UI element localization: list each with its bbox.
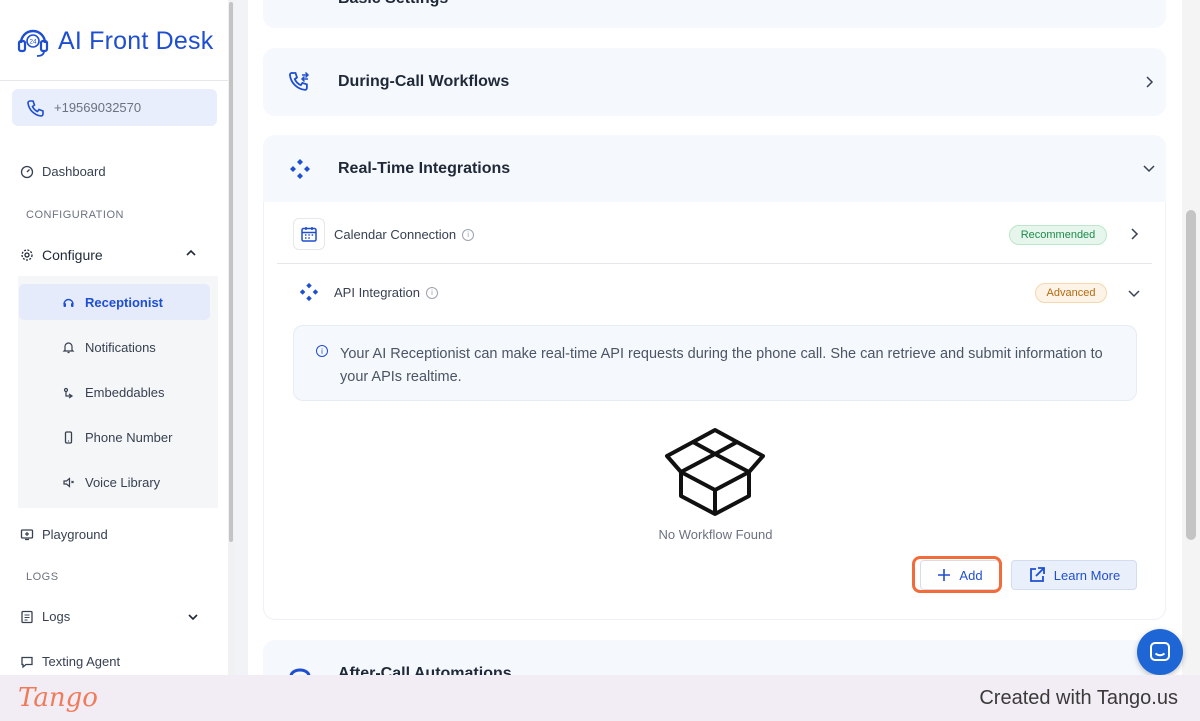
calendar-icon-box (293, 218, 325, 250)
nav-texting-agent[interactable]: Texting Agent (20, 654, 120, 669)
info-icon[interactable]: i (462, 228, 475, 241)
submenu-item-embeddables[interactable]: Embeddables (62, 385, 165, 400)
phone-device-icon (64, 431, 73, 444)
chevron-down-icon[interactable] (1127, 286, 1141, 300)
nav-logs[interactable]: Logs (20, 609, 208, 624)
empty-box-icon (665, 428, 765, 516)
divider (0, 80, 228, 81)
configure-submenu: Receptionist Notifications Embeddables P… (18, 276, 218, 508)
tango-logo: Tango (18, 683, 98, 713)
calendar-connection-row[interactable]: Calendar Connection i (334, 227, 475, 242)
advanced-badge: Advanced (1035, 283, 1107, 303)
sidebar: 24 AI Front Desk +19569032570 Dashboard … (0, 0, 228, 675)
dashboard-icon (20, 165, 34, 178)
phone-number-pill[interactable]: +19569032570 (12, 89, 217, 126)
app-logo[interactable]: 24 AI Front Desk (16, 24, 213, 58)
submenu-item-phone-number[interactable]: Phone Number (62, 430, 172, 445)
row-divider (277, 263, 1152, 264)
submenu-item-receptionist[interactable]: Receptionist (62, 295, 163, 310)
external-link-icon (1029, 567, 1045, 582)
chevron-down-icon[interactable] (1142, 161, 1156, 175)
during-call-workflows-card[interactable]: During-Call Workflows (263, 48, 1166, 116)
nav-texting-agent-label: Texting Agent (42, 654, 121, 669)
card-title: During-Call Workflows (338, 73, 510, 90)
empty-state-text: No Workflow Found (658, 527, 773, 542)
gear-icon (21, 249, 33, 261)
headset-icon (63, 298, 74, 307)
submenu-item-label: Embeddables (85, 385, 165, 400)
configuration-section-label: CONFIGURATION (26, 209, 124, 221)
bell-icon (62, 342, 75, 354)
nav-dashboard-label: Dashboard (42, 164, 106, 179)
api-integration-label: API Integration (334, 285, 420, 300)
info-icon[interactable]: i (426, 286, 438, 299)
chevron-right-icon[interactable] (1142, 75, 1156, 89)
svg-text:24: 24 (29, 39, 37, 46)
card-title[interactable]: Real-Time Integrations (338, 160, 510, 178)
playground-icon (20, 528, 34, 540)
chat-launcher-button[interactable] (1137, 629, 1183, 675)
message-icon (21, 656, 33, 668)
calendar-connection-label: Calendar Connection (334, 227, 457, 242)
logs-icon (21, 610, 33, 623)
chevron-down-icon[interactable] (186, 610, 200, 624)
logs-section-label: LOGS (26, 571, 59, 583)
phone-icon (27, 99, 44, 117)
integrations-icon (290, 159, 310, 179)
after-call-icon (289, 668, 311, 675)
nav-dashboard[interactable]: Dashboard (20, 164, 106, 179)
nav-configure-label: Configure (42, 247, 103, 263)
tango-footer: Tango Created with Tango.us (0, 675, 1200, 721)
speaker-icon (63, 477, 74, 488)
card-title: After-Call Automations (338, 665, 512, 675)
app-title: AI Front Desk (58, 26, 214, 55)
headset-logo-icon: 24 (17, 29, 49, 57)
created-with-text: Created with Tango.us (979, 687, 1178, 709)
info-callout-text: Your AI Receptionist can make real-time … (340, 346, 1103, 385)
sidebar-scrollbar[interactable] (228, 0, 234, 675)
nav-logs-label: Logs (42, 609, 71, 624)
nav-playground-label: Playground (42, 527, 108, 542)
submenu-item-label: Receptionist (85, 295, 164, 310)
after-call-automations-card[interactable]: After-Call Automations (263, 640, 1166, 675)
phone-forward-icon (288, 71, 310, 91)
click-highlight (912, 556, 1002, 593)
learn-more-label: Learn More (1053, 567, 1121, 583)
info-callout: i Your AI Receptionist can make real-tim… (293, 325, 1137, 401)
embed-icon (63, 387, 74, 399)
calendar-icon (301, 227, 317, 242)
info-icon: i (316, 345, 328, 357)
nav-configure[interactable]: Configure (20, 244, 208, 266)
submenu-item-voice-library[interactable]: Voice Library (62, 475, 160, 490)
submenu-item-label: Phone Number (85, 430, 173, 445)
card-title: Basic Settings (338, 0, 448, 8)
basic-settings-card[interactable]: Basic Settings (263, 0, 1166, 28)
api-integration-icon (299, 282, 319, 302)
submenu-item-label: Voice Library (85, 475, 161, 490)
recommended-badge: Recommended (1009, 225, 1107, 245)
chat-icon (1150, 642, 1170, 661)
api-integration-row[interactable]: API Integration i (334, 285, 438, 300)
nav-playground[interactable]: Playground (20, 527, 108, 542)
learn-more-button[interactable]: Learn More (1011, 560, 1137, 590)
chevron-right-icon[interactable] (1127, 227, 1141, 241)
main-content: Basic Settings During-Call Workflows Rea… (248, 0, 1182, 675)
submenu-item-label: Notifications (85, 340, 156, 355)
phone-number-text: +19569032570 (54, 100, 142, 115)
submenu-item-notifications[interactable]: Notifications (62, 340, 156, 355)
integrations-panel (263, 202, 1166, 620)
main-scrollbar[interactable] (1182, 0, 1200, 675)
chevron-up-icon[interactable] (184, 246, 198, 260)
